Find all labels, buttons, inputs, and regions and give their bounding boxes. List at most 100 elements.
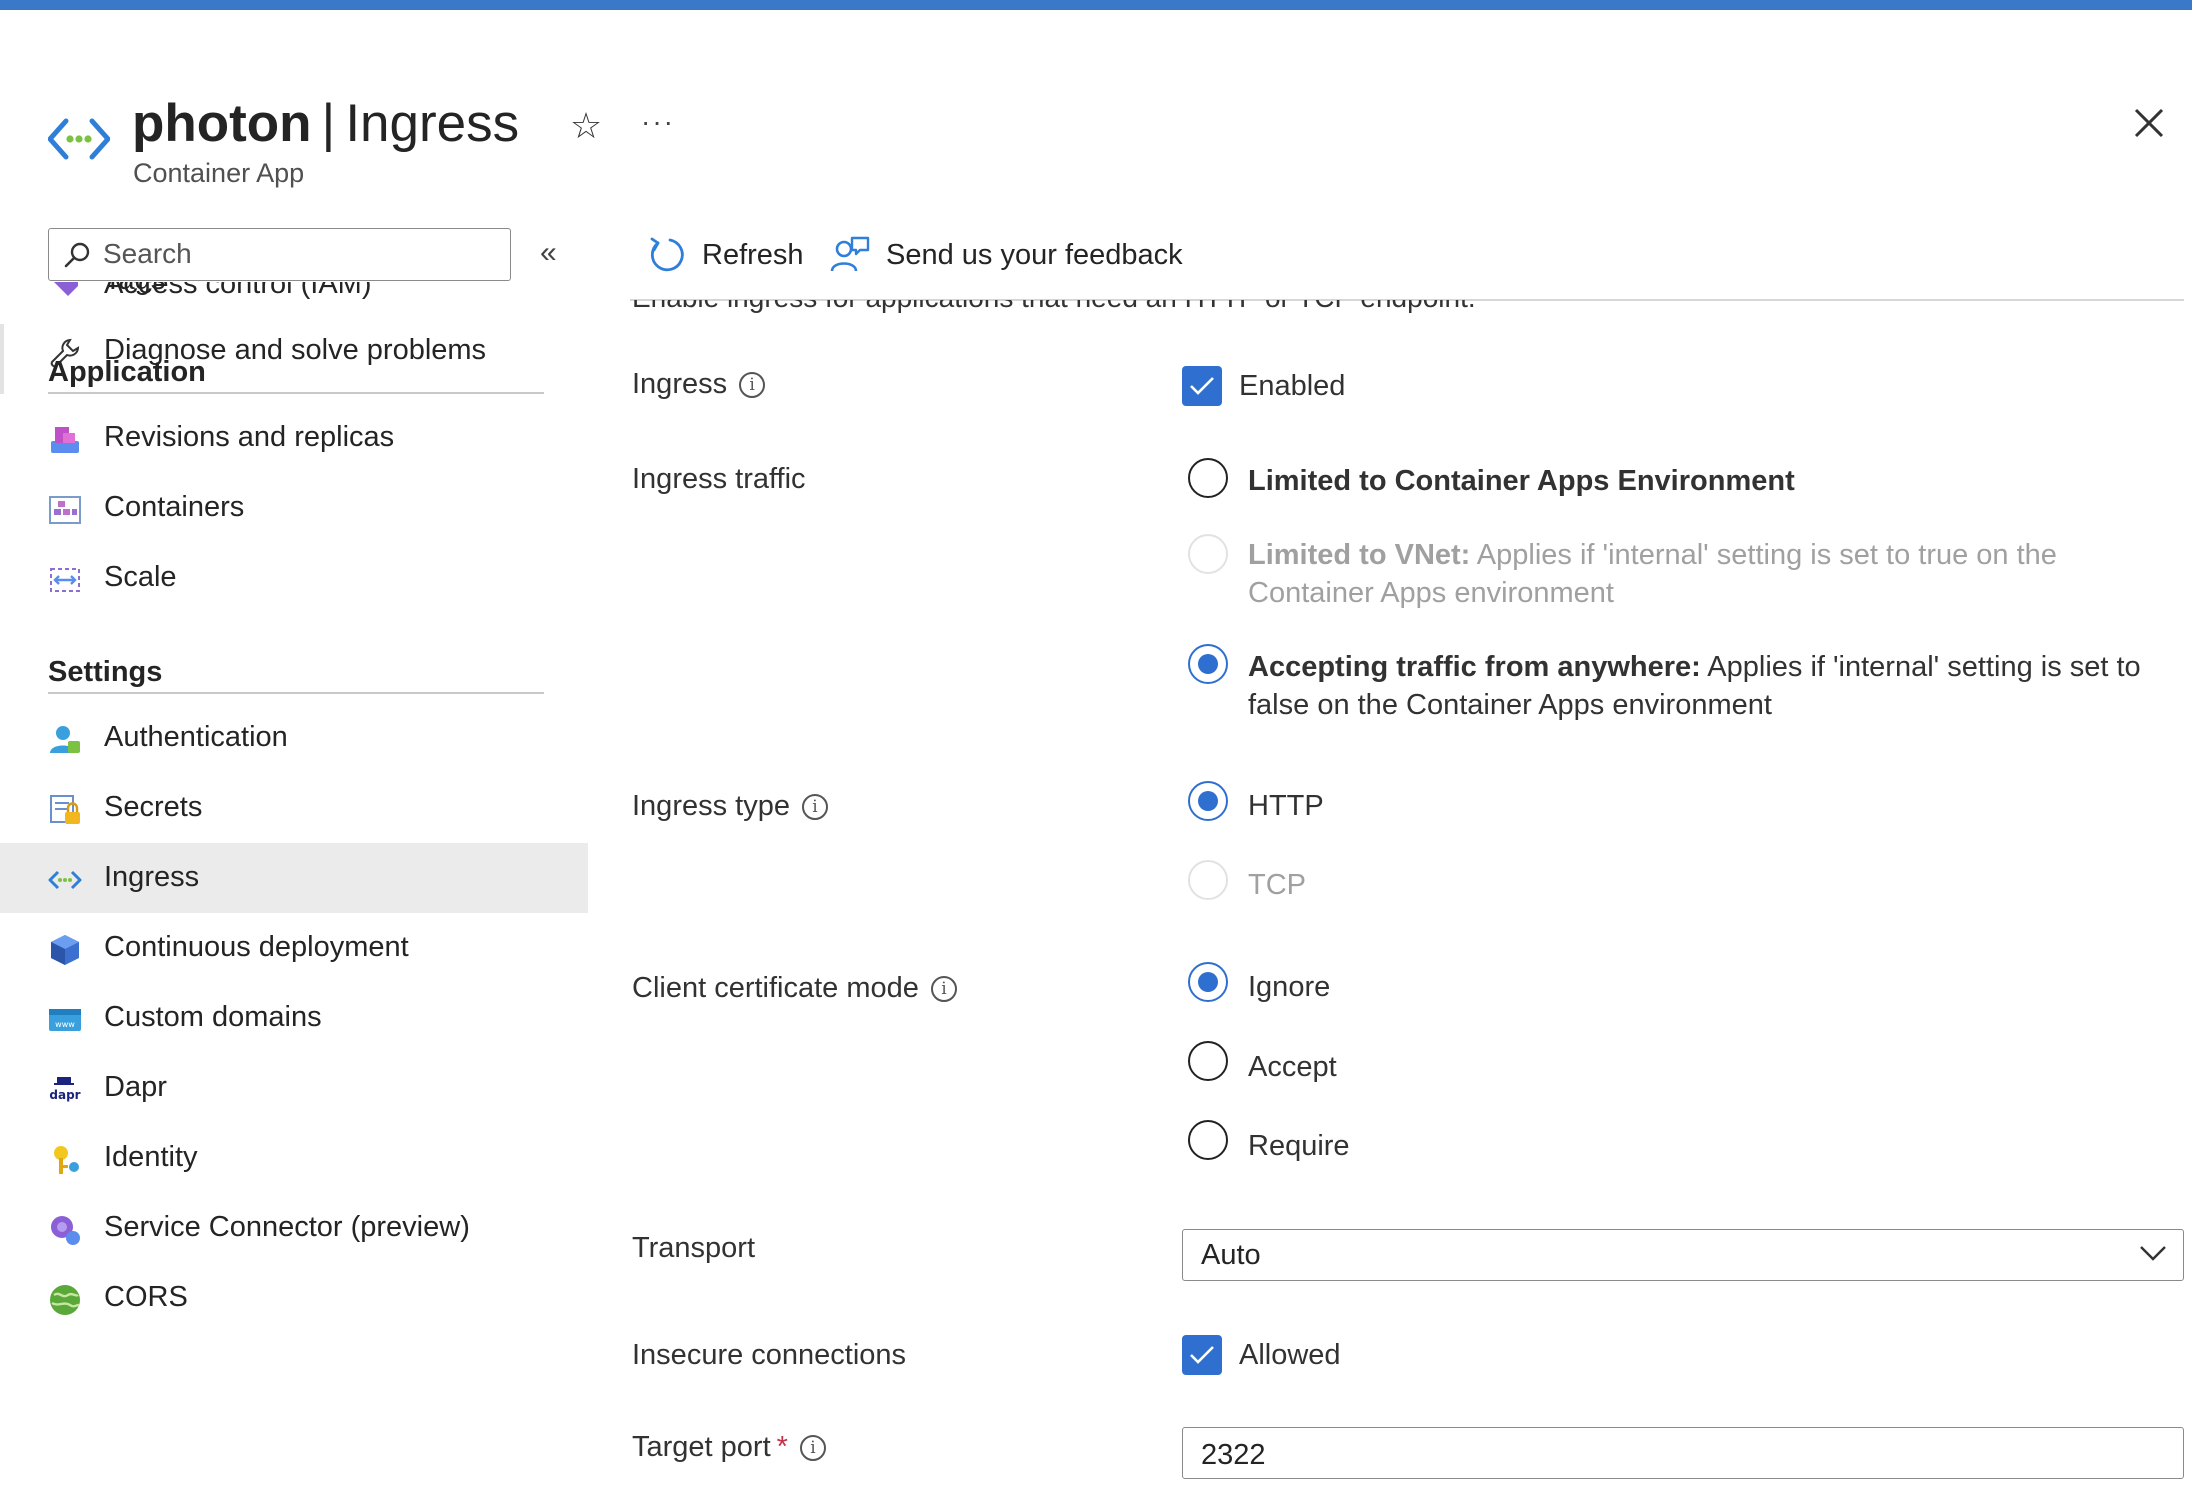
traffic-radio-environment[interactable] <box>1188 458 1228 498</box>
refresh-label: Refresh <box>702 238 804 271</box>
checkmark-icon <box>1190 377 1214 395</box>
group-divider <box>48 692 544 694</box>
sidebar-item-label: Dapr <box>104 1071 167 1103</box>
ingress-label: Ingress i <box>632 368 766 401</box>
search-icon <box>64 242 90 268</box>
traffic-option-environment: Limited to Container Apps Environment <box>1248 462 2168 500</box>
sidebar-item-ingress[interactable]: Ingress <box>0 843 588 913</box>
feedback-icon <box>830 236 870 272</box>
type-option-http: HTTP <box>1248 790 1324 822</box>
ingress-label-text: Ingress <box>632 368 728 400</box>
dapr-icon: dapr <box>49 1077 81 1102</box>
target-port-label: Target port * i <box>632 1431 826 1464</box>
sidebar-item-authentication[interactable]: Authentication <box>0 703 588 773</box>
option-title: Limited to VNet: <box>1248 539 1471 571</box>
close-icon[interactable] <box>2126 100 2172 146</box>
ingress-settings-form: Enable ingress for applications that nee… <box>630 300 2184 1486</box>
client-cert-label: Client certificate mode i <box>632 972 957 1005</box>
info-icon[interactable]: i <box>801 793 828 820</box>
cert-option-accept: Accept <box>1248 1051 1337 1083</box>
transport-value: Auto <box>1201 1239 1261 1271</box>
more-options-button[interactable]: ··· <box>636 104 680 148</box>
cors-icon <box>50 1285 80 1315</box>
target-port-value: 2322 <box>1201 1439 1266 1471</box>
sidebar-item-label: Revisions and replicas <box>104 421 395 453</box>
option-title: Limited to Container Apps Environment <box>1248 465 1795 497</box>
traffic-radio-anywhere[interactable] <box>1188 644 1228 684</box>
sidebar-item-label: Authentication <box>104 721 288 753</box>
service-connector-icon <box>51 1216 80 1245</box>
feedback-button[interactable]: Send us your feedback <box>830 232 1183 278</box>
sidebar-edge <box>0 324 4 394</box>
sidebar-item-cors[interactable]: CORS <box>0 1263 588 1333</box>
transport-dropdown[interactable]: Auto <box>1182 1229 2184 1281</box>
group-header-application: Application <box>48 356 206 388</box>
ingress-type-label: Ingress type i <box>632 790 828 823</box>
collapse-sidebar-icon[interactable]: « <box>540 238 568 270</box>
containers-icon <box>49 496 81 524</box>
transport-label: Transport <box>632 1232 756 1264</box>
option-title: Accepting traffic from anywhere: <box>1248 651 1701 683</box>
authentication-icon <box>50 726 80 753</box>
sidebar-item-custom-domains[interactable]: www Custom domains <box>0 983 588 1053</box>
sidebar-item-label: Containers <box>104 491 245 523</box>
chevron-down-icon <box>2140 1246 2166 1261</box>
info-icon[interactable]: i <box>739 371 766 398</box>
favorite-star-icon[interactable]: ☆ <box>564 104 608 148</box>
sidebar-item-tags[interactable]: Tags <box>0 282 588 316</box>
secrets-icon <box>50 795 80 824</box>
sidebar-item-secrets[interactable]: Secrets <box>0 773 588 843</box>
cert-radio-require[interactable] <box>1188 1120 1228 1160</box>
ingress-icon <box>48 870 82 890</box>
cert-radio-accept[interactable] <box>1188 1041 1228 1081</box>
deployment-icon <box>51 935 79 965</box>
ingress-enabled-label: Enabled <box>1239 370 1346 402</box>
cert-radio-ignore[interactable] <box>1188 962 1228 1002</box>
target-port-input[interactable]: 2322 <box>1182 1427 2184 1479</box>
sidebar-item-label: Tags <box>104 282 165 297</box>
ingress-enabled-checkbox[interactable] <box>1182 366 1222 406</box>
sidebar-item-label: Scale <box>104 561 177 593</box>
type-radio-http[interactable] <box>1188 781 1228 821</box>
type-radio-tcp <box>1188 860 1228 900</box>
portal-top-bar <box>0 0 2192 10</box>
ingress-type-label-text: Ingress type <box>632 790 790 822</box>
resource-type: Container App <box>133 158 305 188</box>
search-input[interactable] <box>103 235 493 273</box>
sidebar-item-service-connector[interactable]: Service Connector (preview) <box>0 1193 588 1263</box>
sidebar-search[interactable] <box>48 228 511 281</box>
traffic-radio-vnet <box>1188 534 1228 574</box>
scale-icon <box>50 568 80 592</box>
cert-option-require: Require <box>1248 1130 1350 1162</box>
sidebar-item-label: Custom domains <box>104 1001 322 1033</box>
checkmark-icon <box>1190 1346 1214 1364</box>
sidebar-item-label: Identity <box>104 1141 198 1173</box>
sidebar-item-label: CORS <box>104 1281 188 1313</box>
form-intro: Enable ingress for applications that nee… <box>632 300 1476 314</box>
traffic-option-vnet: Limited to VNet: Applies if 'internal' s… <box>1248 536 2168 612</box>
insecure-allowed-label: Allowed <box>1239 1339 1341 1371</box>
traffic-option-anywhere: Accepting traffic from anywhere: Applies… <box>1248 648 2168 724</box>
sidebar-item-containers[interactable]: Containers <box>0 473 588 543</box>
sidebar-item-revisions[interactable]: Revisions and replicas <box>0 403 588 473</box>
required-marker: * <box>776 1431 788 1463</box>
identity-icon <box>54 1146 79 1174</box>
sidebar-item-scale[interactable]: Scale <box>0 543 588 613</box>
title-separator: | <box>321 94 336 153</box>
sidebar-item-identity[interactable]: Identity <box>0 1123 588 1193</box>
ingress-traffic-label: Ingress traffic <box>632 463 806 495</box>
page-title: photon | Ingress <box>132 92 519 156</box>
target-port-label-text: Target port <box>632 1431 771 1463</box>
sidebar-item-dapr[interactable]: dapr Dapr <box>0 1053 588 1123</box>
resource-name: photon <box>132 94 312 153</box>
sidebar-item-continuous-deployment[interactable]: Continuous deployment <box>0 913 588 983</box>
sidebar-item-label: Ingress <box>104 861 200 893</box>
info-icon[interactable]: i <box>930 975 957 1002</box>
insecure-allowed-checkbox[interactable] <box>1182 1335 1222 1375</box>
sidebar-item-label: Service Connector (preview) <box>104 1211 470 1243</box>
refresh-button[interactable]: Refresh <box>648 232 804 278</box>
sidebar-item-label: Secrets <box>104 791 203 823</box>
info-icon[interactable]: i <box>799 1434 826 1461</box>
sidebar: Access control (IAM) Tags Diagnose and s… <box>0 282 590 1486</box>
feedback-label: Send us your feedback <box>886 238 1183 271</box>
